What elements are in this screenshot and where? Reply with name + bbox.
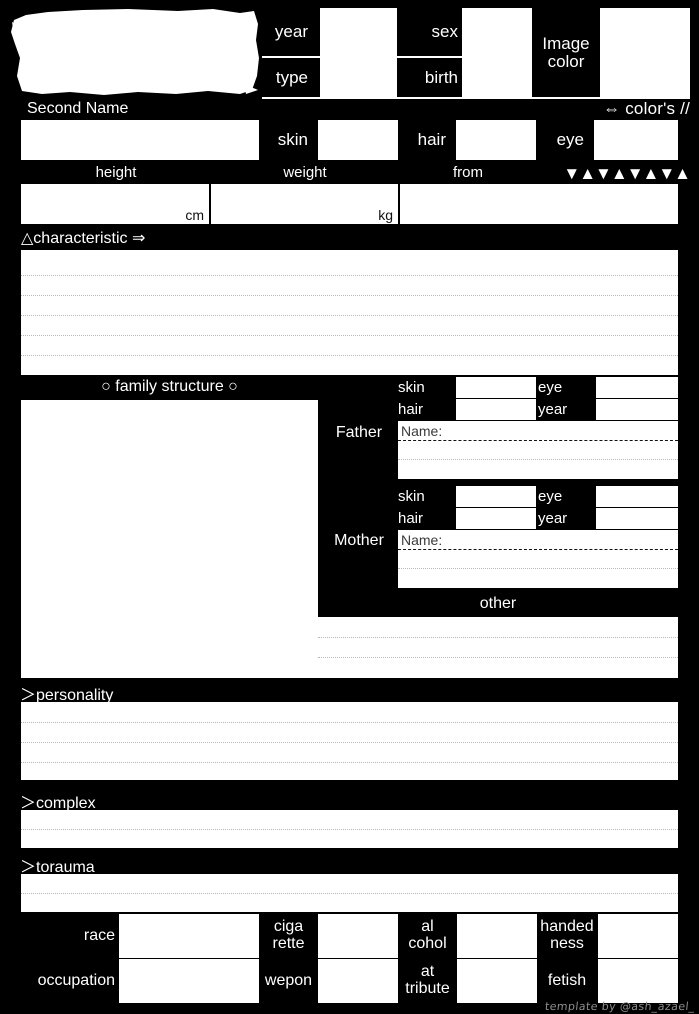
- sex-value[interactable]: [466, 14, 528, 50]
- complex-heading: ＞complex: [20, 795, 96, 812]
- eye-label: eye: [556, 130, 584, 150]
- attribute-field[interactable]: [457, 959, 537, 1003]
- sex-label: sex: [431, 22, 458, 42]
- father-name-label: Name:: [401, 423, 443, 439]
- father-eye-label: eye: [538, 378, 563, 396]
- template-credit: template by @ash_azael_: [544, 1000, 696, 1013]
- personality-field[interactable]: [21, 702, 678, 780]
- cigarette-field[interactable]: [318, 914, 398, 958]
- height-unit: cm: [185, 207, 204, 223]
- mother-year-label: year: [538, 509, 568, 527]
- eye-field[interactable]: [594, 120, 678, 160]
- father-year-label: year: [538, 400, 568, 418]
- mother-hair-field[interactable]: [456, 508, 536, 529]
- father-hair-label: hair: [398, 400, 424, 418]
- mother-label: Mother: [334, 531, 384, 549]
- header-divider-mid: [262, 56, 532, 58]
- torauma-field[interactable]: [21, 874, 678, 912]
- alcohol-label: al cohol: [408, 918, 447, 952]
- characteristic-field[interactable]: [21, 250, 678, 375]
- torauma-heading: ＞torauma: [20, 859, 95, 876]
- type-value[interactable]: [324, 62, 393, 94]
- mother-eye-field[interactable]: [596, 486, 678, 507]
- skin-label: skin: [277, 130, 308, 150]
- cigarette-label: ciga rette: [272, 918, 305, 952]
- family-other-field[interactable]: [318, 617, 678, 678]
- birth-label: birth: [424, 68, 458, 88]
- fetish-field[interactable]: [598, 959, 678, 1003]
- personality-heading: ＞personality: [20, 687, 114, 704]
- handedness-label: handed ness: [540, 918, 594, 952]
- mother-name-panel[interactable]: Name:: [398, 530, 678, 588]
- occupation-label: occupation: [37, 971, 115, 989]
- mother-year-field[interactable]: [596, 508, 678, 529]
- father-hair-field[interactable]: [456, 399, 536, 420]
- character-sheet-template: year sex type birth Image color Second N…: [0, 0, 699, 1014]
- weight-label: weight: [283, 164, 327, 181]
- mother-skin-label: skin: [398, 487, 425, 505]
- father-label: Father: [335, 423, 383, 441]
- father-eye-field[interactable]: [596, 377, 678, 398]
- from-field[interactable]: [400, 184, 678, 224]
- father-year-field[interactable]: [596, 399, 678, 420]
- fetish-label: fetish: [547, 971, 587, 989]
- height-label: height: [95, 164, 137, 181]
- mother-skin-field[interactable]: [456, 486, 536, 507]
- complex-field[interactable]: [21, 810, 678, 848]
- handedness-field[interactable]: [598, 914, 678, 958]
- characteristic-heading: △characteristic ⇒: [21, 230, 146, 247]
- color-triangles: ▼▲▼▲▼▲▼▲: [563, 163, 691, 183]
- year-value[interactable]: [324, 14, 393, 50]
- mother-note-rule: [398, 568, 678, 569]
- birth-value[interactable]: [466, 62, 528, 94]
- hair-field[interactable]: [456, 120, 536, 160]
- mother-eye-label: eye: [538, 487, 563, 505]
- family-structure-heading: ○ family structure ○: [101, 378, 238, 395]
- family-image-field[interactable]: [21, 400, 318, 678]
- wepon-label: wepon: [264, 971, 313, 989]
- skin-field[interactable]: [318, 120, 398, 160]
- image-color-label: Image color: [542, 34, 590, 71]
- height-field[interactable]: cm: [21, 184, 209, 224]
- wepon-field[interactable]: [318, 959, 398, 1003]
- attribute-label: at tribute: [405, 963, 450, 997]
- weight-field[interactable]: kg: [211, 184, 398, 224]
- father-skin-field[interactable]: [456, 377, 536, 398]
- father-name-panel[interactable]: Name:: [398, 421, 678, 479]
- race-label: race: [83, 926, 115, 944]
- father-skin-label: skin: [398, 378, 425, 396]
- race-field[interactable]: [119, 914, 259, 958]
- father-note-rule: [398, 459, 678, 460]
- mother-name-label: Name:: [401, 532, 443, 548]
- image-color-value[interactable]: [604, 12, 686, 94]
- second-name-field[interactable]: [21, 120, 259, 160]
- alcohol-field[interactable]: [457, 914, 537, 958]
- second-name-label: Second Name: [27, 100, 129, 117]
- occupation-field[interactable]: [119, 959, 259, 1003]
- weight-unit: kg: [378, 207, 393, 223]
- father-name-line: [398, 440, 678, 441]
- hair-label: hair: [417, 130, 446, 150]
- type-label: type: [275, 68, 308, 88]
- year-label: year: [274, 22, 308, 42]
- colors-note-label: ⇔ color's //: [603, 99, 690, 118]
- mother-name-line: [398, 549, 678, 550]
- character-name-value[interactable]: [16, 30, 246, 70]
- family-other-label: other: [479, 595, 517, 612]
- mother-hair-label: hair: [398, 509, 424, 527]
